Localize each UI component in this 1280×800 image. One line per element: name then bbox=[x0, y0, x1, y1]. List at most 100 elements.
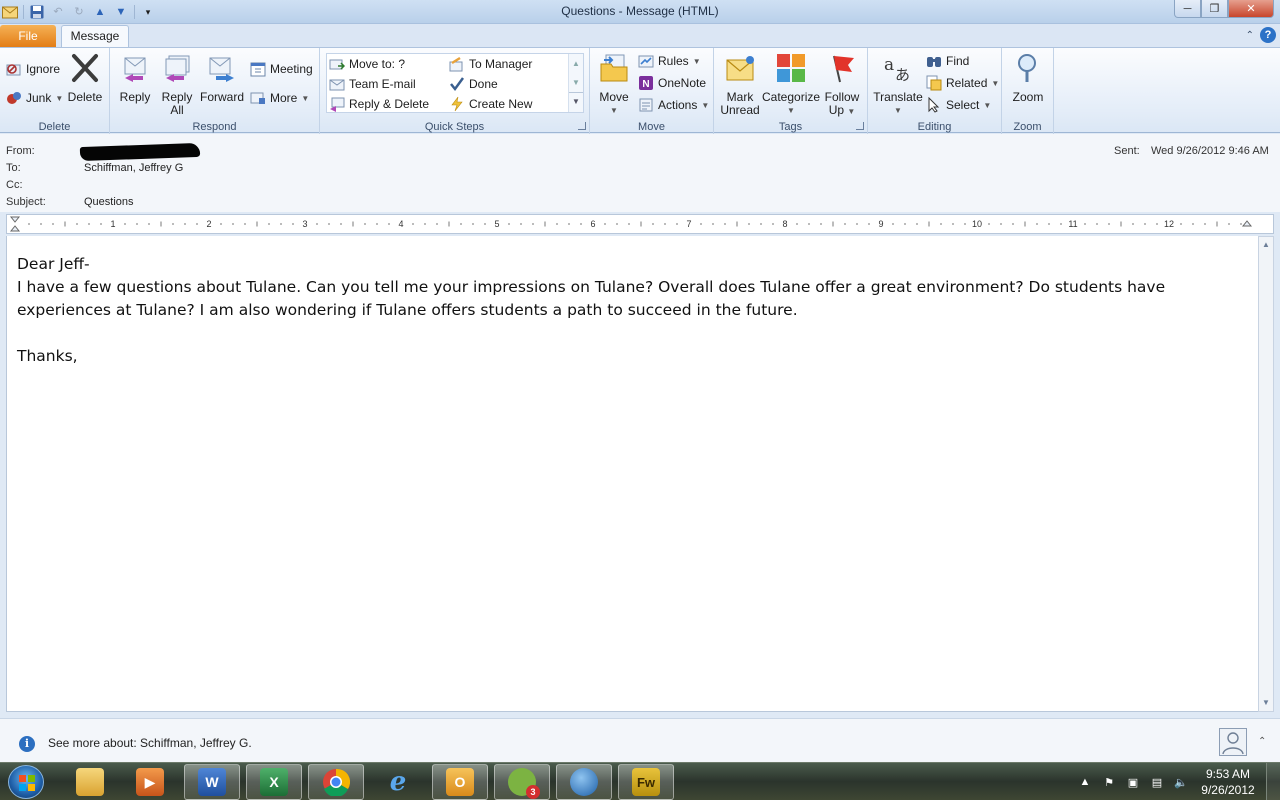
device-icon[interactable]: ▣ bbox=[1126, 775, 1140, 789]
delete-button[interactable]: Delete bbox=[66, 52, 104, 104]
onenote-button[interactable]: N OneNote bbox=[638, 74, 706, 92]
close-button[interactable]: ✕ bbox=[1228, 0, 1274, 18]
expand-gallery-icon[interactable]: ▼ bbox=[569, 92, 583, 110]
more-respond-button[interactable]: More ▼ bbox=[250, 89, 309, 107]
taskbar-word[interactable]: W bbox=[184, 764, 240, 800]
show-hidden-icons-icon[interactable]: ▲ bbox=[1078, 775, 1092, 789]
taskbar: ▶ W X e O 3 Fw ▲ ⚑ ▣ ▤ 🔈 9:53 AM 9/26/20… bbox=[0, 762, 1280, 800]
meeting-button[interactable]: Meeting bbox=[250, 60, 313, 78]
quick-step-done[interactable]: Done bbox=[449, 75, 498, 93]
clock[interactable]: 9:53 AM 9/26/2012 bbox=[1198, 766, 1258, 798]
more-label: More bbox=[270, 91, 298, 105]
follow-up-label-2: Up bbox=[828, 103, 845, 117]
ribbon: Ignore Junk ▼ Delete Delete Reply Reply … bbox=[0, 47, 1280, 134]
taskbar-media-player[interactable]: ▶ bbox=[122, 764, 178, 800]
cc-label: Cc: bbox=[6, 179, 23, 191]
binoculars-icon bbox=[927, 57, 941, 67]
scroll-up-icon[interactable]: ▲ bbox=[569, 54, 583, 73]
rules-icon bbox=[638, 55, 654, 68]
start-button[interactable] bbox=[8, 765, 44, 799]
translate-icon: aあ bbox=[884, 55, 910, 84]
taskbar-outlook[interactable]: O bbox=[432, 764, 488, 800]
scroll-down-arrow-icon[interactable]: ▼ bbox=[1259, 695, 1273, 711]
zoom-button[interactable]: Zoom bbox=[1008, 52, 1048, 104]
move-button[interactable]: Move ▼ bbox=[596, 52, 632, 117]
editing-group-label: Editing bbox=[917, 121, 952, 133]
editing-group: aあ Translate ▼ Find Related ▼ Select ▼ E… bbox=[868, 48, 1002, 134]
quick-steps-scrollbar[interactable]: ▲ ▼ ▼ bbox=[568, 54, 583, 112]
reply-all-button[interactable]: Reply All bbox=[158, 52, 196, 117]
mark-unread-button[interactable]: Mark Unread bbox=[718, 52, 762, 117]
contact-avatar[interactable] bbox=[1219, 728, 1247, 756]
actions-button[interactable]: Actions ▼ bbox=[638, 96, 709, 114]
message-body[interactable]: Dear Jeff- I have a few questions about … bbox=[6, 236, 1258, 712]
person-icon bbox=[1222, 732, 1244, 755]
quick-step-create-new[interactable]: Create New bbox=[449, 95, 532, 113]
categorize-icon bbox=[777, 54, 805, 82]
vertical-scrollbar[interactable]: ▲ ▼ bbox=[1258, 236, 1274, 712]
taskbar-internet-explorer[interactable]: e bbox=[370, 764, 426, 800]
delete-group-label: Delete bbox=[38, 121, 71, 133]
rules-button[interactable]: Rules ▼ bbox=[638, 52, 701, 70]
action-center-flag-icon[interactable]: ⚑ bbox=[1102, 775, 1116, 789]
tags-dialog-launcher[interactable] bbox=[856, 122, 864, 130]
quick-step-to-manager[interactable]: To Manager bbox=[449, 55, 532, 73]
junk-button[interactable]: Junk ▼ bbox=[6, 89, 63, 107]
reply-button[interactable]: Reply bbox=[116, 52, 154, 104]
delete-x-icon bbox=[72, 54, 98, 82]
message-text[interactable]: Dear Jeff- I have a few questions about … bbox=[17, 253, 1247, 368]
quick-steps-dialog-launcher[interactable] bbox=[578, 122, 586, 130]
quick-steps-gallery: Move to: ? To Manager Team E-mail Done R… bbox=[326, 53, 584, 113]
notification-badge: 3 bbox=[526, 785, 540, 799]
find-button[interactable]: Find bbox=[926, 52, 969, 70]
zoom-label: Zoom bbox=[1012, 90, 1044, 104]
ruler-number: 4 bbox=[398, 219, 403, 229]
taskbar-chrome[interactable] bbox=[308, 764, 364, 800]
volume-icon[interactable]: 🔈 bbox=[1174, 775, 1188, 789]
tabrow-right: ⌃ ? bbox=[1246, 27, 1276, 43]
minimize-ribbon-icon[interactable]: ⌃ bbox=[1246, 30, 1254, 41]
left-indent-marker[interactable] bbox=[9, 216, 21, 232]
tab-message[interactable]: Message bbox=[61, 25, 129, 48]
minimize-button[interactable]: ─ bbox=[1174, 0, 1201, 18]
select-button[interactable]: Select ▼ bbox=[926, 96, 991, 114]
right-indent-marker[interactable] bbox=[1241, 220, 1253, 227]
restore-button[interactable]: ❐ bbox=[1201, 0, 1228, 18]
to-value[interactable]: Schiffman, Jeffrey G bbox=[84, 162, 183, 174]
tab-file[interactable]: File bbox=[0, 25, 56, 47]
scroll-up-arrow-icon[interactable]: ▲ bbox=[1259, 237, 1273, 253]
translate-button[interactable]: aあ Translate ▼ bbox=[872, 52, 924, 117]
find-label: Find bbox=[946, 54, 970, 68]
categorize-button[interactable]: Categorize ▼ bbox=[762, 52, 820, 117]
network-icon[interactable]: ▤ bbox=[1150, 775, 1164, 789]
quick-step-team-email[interactable]: Team E-mail bbox=[329, 75, 416, 93]
ruler-number: 12 bbox=[1164, 219, 1174, 229]
chevron-down-icon: ▼ bbox=[610, 106, 618, 115]
move-folder-icon bbox=[600, 54, 628, 82]
taskbar-explorer[interactable] bbox=[62, 764, 118, 800]
taskbar-spotify[interactable]: 3 bbox=[494, 764, 550, 800]
window-title: Questions - Message (HTML) bbox=[561, 4, 719, 18]
forward-button[interactable]: Forward bbox=[200, 52, 244, 104]
taskbar-fireworks[interactable]: Fw bbox=[618, 764, 674, 800]
taskbar-google-earth[interactable] bbox=[556, 764, 612, 800]
show-desktop-button[interactable] bbox=[1266, 763, 1280, 800]
related-button[interactable]: Related ▼ bbox=[926, 74, 999, 92]
ruler-number: 11 bbox=[1068, 219, 1077, 229]
reply-all-label-2: All bbox=[170, 103, 184, 117]
chevron-down-icon: ▼ bbox=[692, 56, 701, 66]
quick-step-reply-delete[interactable]: Reply & Delete bbox=[329, 95, 429, 113]
meeting-icon bbox=[250, 62, 266, 77]
help-icon[interactable]: ? bbox=[1260, 27, 1276, 43]
to-label: To: bbox=[6, 162, 21, 174]
ruler-number: 6 bbox=[590, 219, 595, 229]
taskbar-excel[interactable]: X bbox=[246, 764, 302, 800]
scroll-down-icon[interactable]: ▼ bbox=[569, 73, 583, 92]
follow-up-button[interactable]: Follow Up ▼ bbox=[822, 52, 862, 118]
chevron-down-icon: ▼ bbox=[847, 107, 856, 116]
expand-people-pane-icon[interactable]: ⌃ bbox=[1258, 736, 1266, 747]
ignore-button[interactable]: Ignore bbox=[6, 60, 60, 78]
quick-step-move-to[interactable]: Move to: ? bbox=[329, 55, 405, 73]
zoom-group: Zoom Zoom bbox=[1002, 48, 1054, 134]
see-more-about-link[interactable]: See more about: Schiffman, Jeffrey G. bbox=[48, 736, 252, 750]
